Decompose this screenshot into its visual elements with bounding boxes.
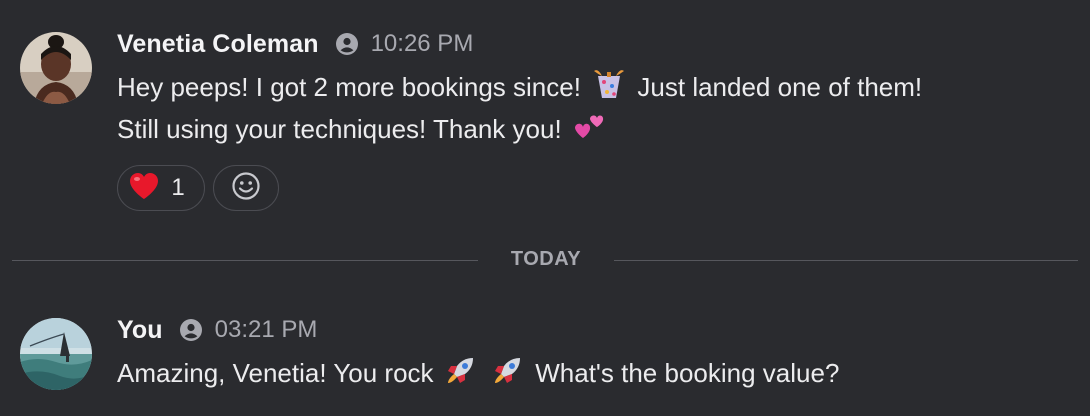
message-text-part: Hey peeps! I got 2 more bookings since!: [117, 72, 581, 102]
confetti-icon: [592, 68, 626, 110]
rocket-icon: [445, 354, 477, 396]
two-hearts-icon: [573, 111, 605, 151]
rocket-icon: [492, 354, 524, 396]
message-text: Amazing, Venetia! You rock What's the bo…: [117, 354, 1070, 396]
message-text-part: What's the booking value?: [535, 358, 840, 388]
avatar[interactable]: [20, 32, 92, 104]
message-time: 10:26 PM: [370, 30, 474, 57]
user-status-icon: [179, 318, 203, 342]
message-time: 03:21 PM: [214, 316, 318, 343]
message-text: Hey peeps! I got 2 more bookings since! …: [117, 68, 1070, 151]
reaction-heart-button[interactable]: 1: [117, 165, 205, 212]
date-divider: TODAY: [12, 244, 1078, 276]
reaction-count: 1: [171, 174, 185, 202]
user-status-icon: [335, 32, 359, 56]
author-name[interactable]: You: [117, 316, 163, 345]
author-name[interactable]: Venetia Coleman: [117, 30, 319, 59]
message-text-part: Still using your techniques! Thank you!: [117, 114, 562, 145]
red-heart-icon: [129, 172, 159, 205]
add-reaction-button[interactable]: [213, 165, 279, 212]
divider-line: [614, 260, 1078, 261]
message-text-part: Amazing, Venetia! You rock: [117, 358, 434, 388]
message-text-part: Just landed one of them!: [637, 72, 923, 102]
avatar[interactable]: [20, 318, 92, 390]
divider-line: [12, 260, 478, 261]
divider-label: TODAY: [510, 248, 582, 270]
reaction-bar: 1: [117, 165, 1070, 212]
smiley-icon: [231, 171, 261, 206]
